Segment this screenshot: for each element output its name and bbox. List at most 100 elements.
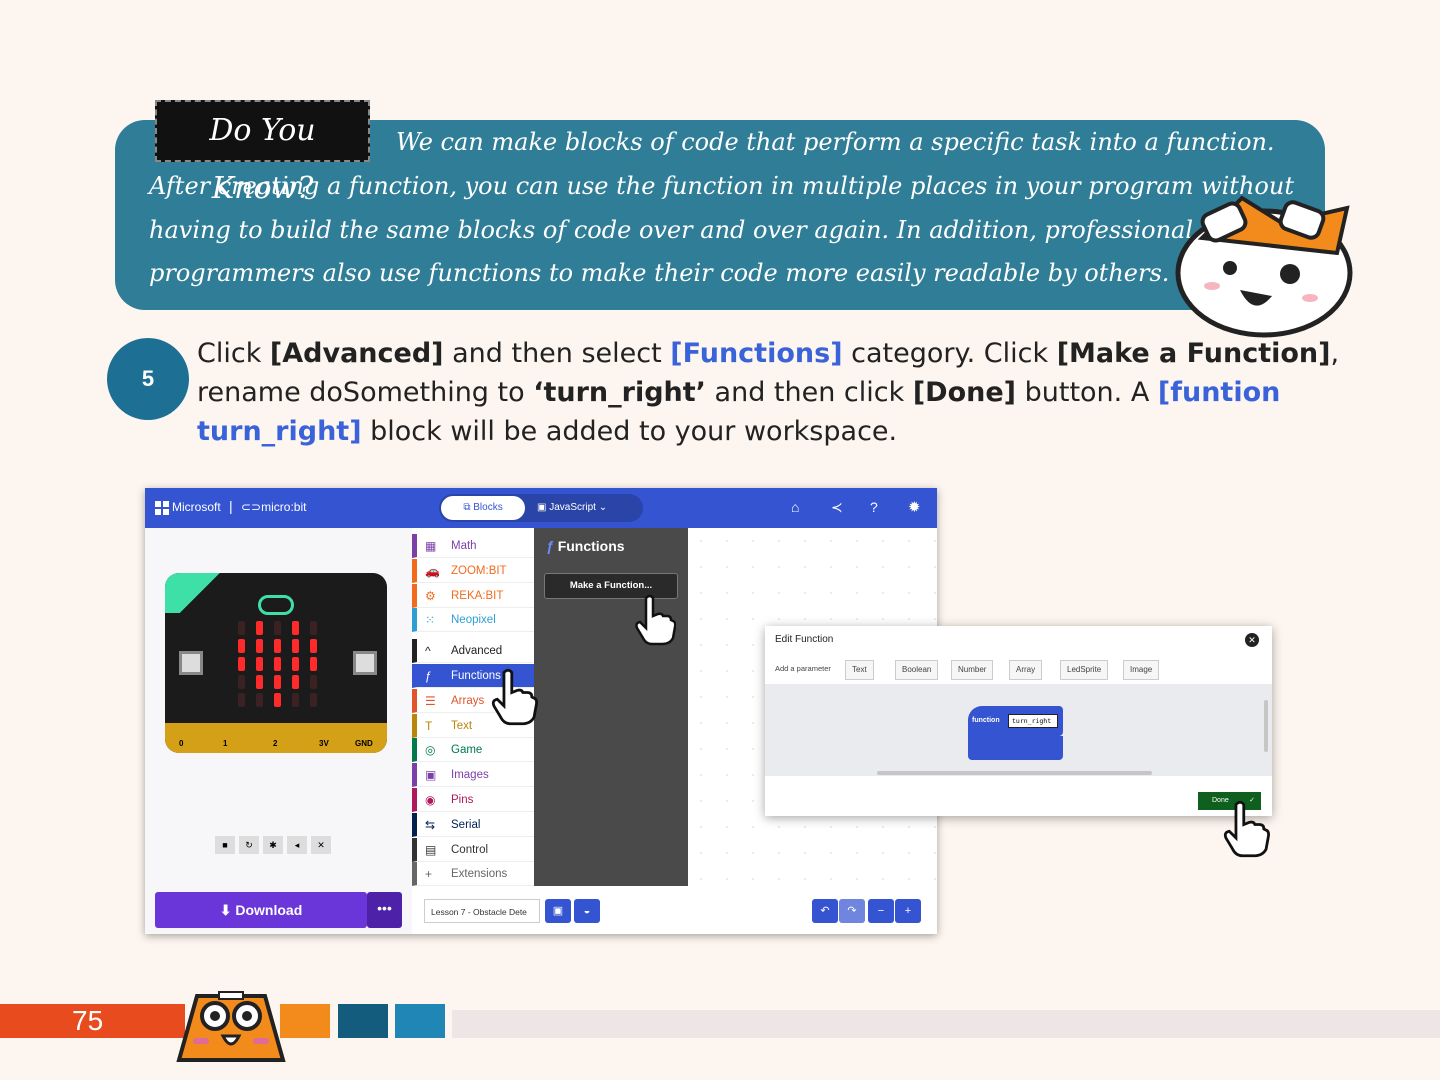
share-icon[interactable]: ≺ [831, 499, 843, 516]
project-name-input[interactable]: Lesson 7 - Obstacle Dete [424, 899, 540, 923]
fullscreen-icon[interactable]: ✕ [311, 836, 331, 854]
category-math[interactable]: ▦ Math [412, 534, 534, 558]
pin-label-0: 0 [179, 739, 184, 748]
microsoft-logo-icon [155, 501, 169, 515]
slowmo-icon[interactable]: ✱ [263, 836, 283, 854]
function-icon: ƒ [546, 538, 558, 554]
neopixel-icon: ⁙ [425, 613, 436, 628]
microbit-logo[interactable]: ⊂⊃micro:bit [241, 500, 306, 514]
pin-label-1: 1 [223, 739, 228, 748]
pins-icon: ◉ [425, 793, 436, 807]
zoom-in-icon[interactable]: + [895, 899, 921, 923]
footer-navy-block [338, 1004, 388, 1038]
category-game[interactable]: ◎ Game [412, 738, 534, 763]
category-advanced[interactable]: ^ Advanced [412, 639, 534, 664]
github-icon[interactable]: ◒ [574, 899, 600, 923]
led [238, 693, 245, 707]
category-label: Neopixel [451, 614, 496, 627]
led [238, 657, 245, 671]
save-icon[interactable]: ▣ [545, 899, 571, 923]
led [292, 639, 299, 653]
param-type-number-button[interactable]: Number [951, 660, 994, 680]
param-type-ledsprite-button[interactable]: LedSprite [1060, 660, 1109, 680]
footer-blue-block [395, 1004, 445, 1038]
function-block-footer [968, 736, 1063, 760]
pin-label-gnd: GND [355, 739, 373, 748]
download-button[interactable]: ⬇ Download [155, 892, 367, 928]
param-type-image-button[interactable]: Image [1123, 660, 1160, 680]
zoom-bit-icon: 🚗 [425, 563, 440, 578]
redo-icon[interactable]: ↷ [839, 899, 865, 923]
led [238, 621, 245, 635]
robot-mascot-icon [176, 991, 286, 1062]
param-type-array-button[interactable]: Array [1009, 660, 1043, 680]
category-images[interactable]: ▣ Images [412, 763, 534, 788]
horizontal-scrollbar[interactable] [877, 771, 1152, 775]
category-label: Pins [451, 794, 474, 806]
function-name-input[interactable]: turn_right [1008, 714, 1058, 728]
category-extensions[interactable]: + Extensions [412, 862, 534, 887]
stop-icon[interactable]: ■ [215, 836, 235, 854]
led [310, 675, 317, 689]
reka-bit-icon: ⚙ [425, 588, 436, 603]
category-label: Text [451, 719, 473, 732]
do-you-know-badge: Do You Know? [155, 100, 370, 206]
category-reka-bit[interactable]: ⚙ REKA:BIT [412, 583, 534, 608]
mute-icon[interactable]: ◂ [287, 836, 307, 854]
button-a[interactable] [179, 651, 203, 675]
mascot-illustration [1175, 195, 1353, 338]
led [310, 693, 317, 707]
download-icon: ⬇ [219, 902, 236, 918]
led [256, 657, 263, 671]
footer-gray-bar [452, 1010, 1440, 1038]
led [238, 639, 245, 653]
tab-javascript[interactable]: ▣ JavaScript ⌄ [537, 496, 637, 520]
step-text-line-1: Click [Advanced] and then select [Functi… [197, 338, 1340, 369]
functions-flyout: ƒ Functions Make a Function... [534, 528, 688, 886]
edit-function-dialog: Edit Function ✕ Add a parameter function… [765, 626, 1272, 816]
param-type-boolean-button[interactable]: Boolean [895, 660, 939, 680]
more-options-button[interactable]: ••• [367, 892, 402, 928]
param-type-text-button[interactable]: Text [845, 660, 874, 680]
simulator-panel: 0 1 2 3V GND ■ ↻ ✱ ◂ ✕ ⬇ Download ••• [145, 528, 412, 934]
vertical-scrollbar[interactable] [1264, 700, 1268, 752]
category-serial[interactable]: ⇆ Serial [412, 812, 534, 837]
category-label: Advanced [451, 645, 503, 658]
led [256, 675, 263, 689]
pin-label-2: 2 [273, 739, 278, 748]
category-label: Arrays [451, 694, 485, 707]
restart-icon[interactable]: ↻ [239, 836, 259, 854]
microbit-board[interactable]: 0 1 2 3V GND [165, 573, 387, 753]
led [292, 675, 299, 689]
zoom-out-icon[interactable]: − [868, 899, 894, 923]
advanced-icon: ^ [425, 644, 431, 659]
settings-gear-icon[interactable]: ✹ [908, 498, 921, 516]
category-label: Extensions [451, 868, 508, 881]
category-neopixel[interactable]: ⁙ Neopixel [412, 608, 534, 633]
brand-label: Microsoft [172, 500, 221, 514]
led [310, 621, 317, 635]
led [274, 675, 281, 689]
edge-connector: 0 1 2 3V GND [165, 723, 387, 753]
editor-bottom-bar: Lesson 7 - Obstacle Dete ▣ ◒ ↶ ↷ − + [412, 888, 937, 934]
button-b[interactable] [353, 651, 377, 675]
game-icon: ◎ [425, 743, 436, 758]
hand-pointer-icon [491, 668, 538, 726]
flyout-title: ƒ Functions [546, 538, 625, 554]
category-zoom-bit[interactable]: 🚗 ZOOM:BIT [412, 558, 534, 583]
step-text-line-3: turn_right] block will be added to your … [197, 416, 898, 447]
editor-topbar: Microsoft | ⊂⊃micro:bit ⧉ Blocks ▣ JavaS… [145, 488, 937, 528]
led [238, 675, 245, 689]
led [256, 639, 263, 653]
tab-blocks[interactable]: ⧉ Blocks [441, 496, 525, 520]
close-icon[interactable]: ✕ [1245, 633, 1259, 647]
led [292, 693, 299, 707]
undo-icon[interactable]: ↶ [812, 899, 838, 923]
control-icon: ▤ [425, 842, 437, 857]
home-icon[interactable]: ⌂ [791, 499, 799, 515]
help-icon[interactable]: ? [870, 499, 878, 515]
category-pins[interactable]: ◉ Pins [412, 788, 534, 812]
blocks-icon: ⧉ [463, 502, 474, 513]
function-block[interactable]: function turn_right [968, 706, 1063, 736]
category-control[interactable]: ▤ Control [412, 837, 534, 862]
